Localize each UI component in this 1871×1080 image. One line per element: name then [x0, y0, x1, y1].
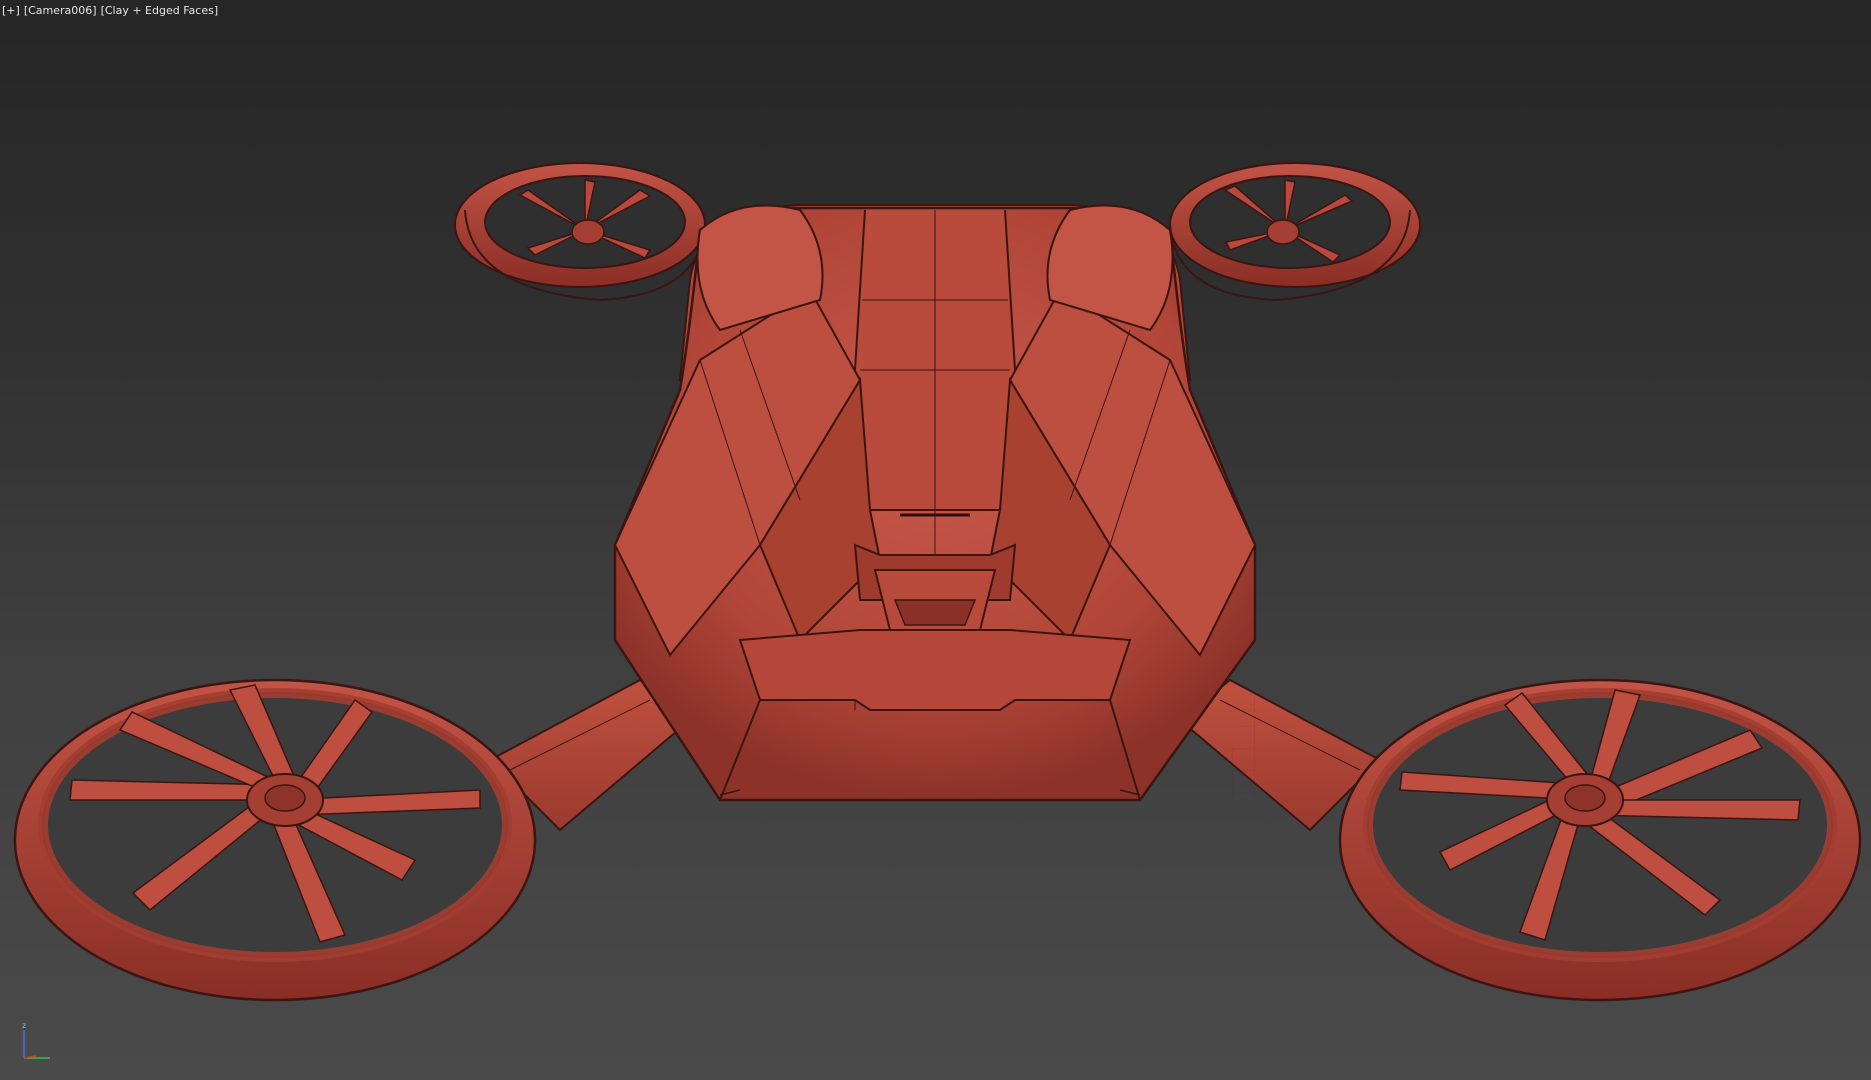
drone-body[interactable] — [613, 204, 1257, 802]
rear-left-rotor[interactable] — [454, 162, 706, 302]
front-right-rotor[interactable] — [1338, 678, 1862, 1002]
axis-gizmo: z — [22, 1021, 50, 1059]
3d-viewport[interactable]: [+] [Camera006] [Clay + Edged Faces] z — [0, 0, 1871, 1080]
front-left-rotor[interactable] — [13, 678, 537, 1002]
rear-right-rotor[interactable] — [1169, 162, 1421, 302]
z-axis-label: z — [22, 1021, 26, 1030]
drone-model[interactable] — [0, 0, 1871, 1080]
